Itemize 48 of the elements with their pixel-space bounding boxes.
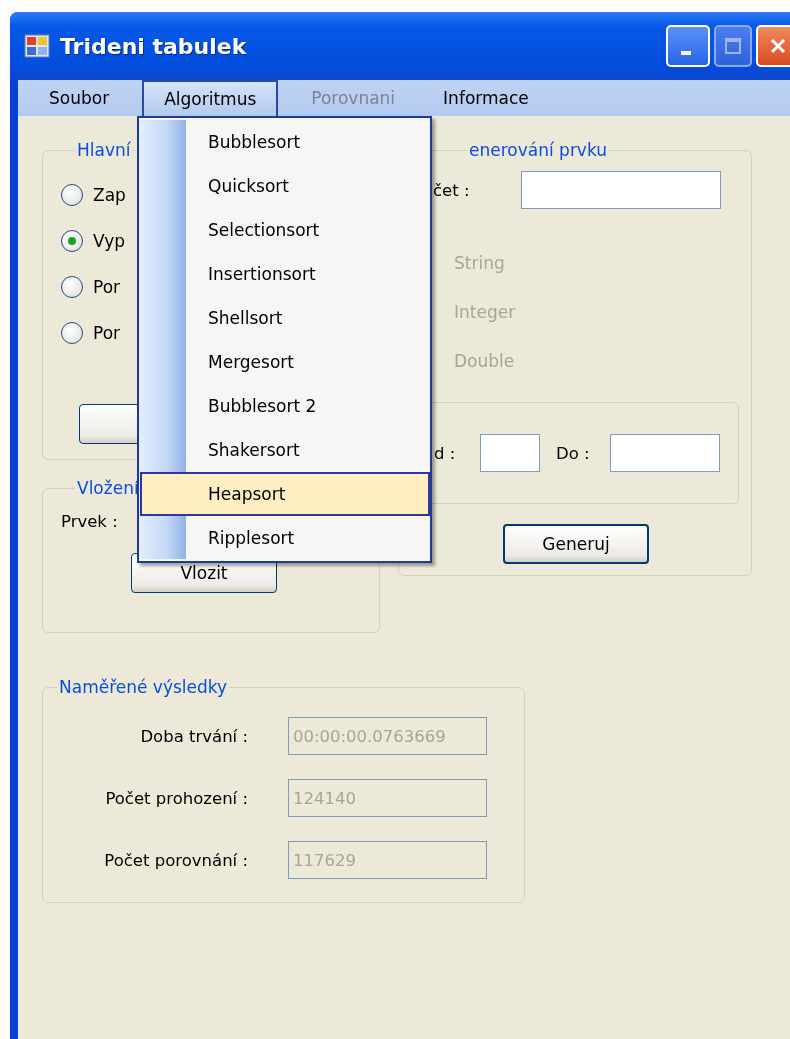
menu-item[interactable]: Bubblesort: [186, 120, 430, 164]
field-label: čet :: [433, 180, 471, 200]
field-label: d :: [434, 443, 457, 463]
radio-label: Por: [93, 277, 121, 297]
group-title: Naměřené výsledky: [58, 677, 229, 697]
menu-item[interactable]: Insertionsort: [186, 252, 430, 296]
radio-label: Integer: [454, 301, 516, 322]
menu-item[interactable]: Mergesort: [186, 340, 430, 384]
menu-item[interactable]: Shakersort: [186, 428, 430, 472]
radio-button[interactable]: [61, 184, 83, 206]
menu-item[interactable]: Soubor: [34, 80, 125, 116]
radio-label: Vyp: [93, 231, 126, 251]
group-title: Vložení: [76, 478, 140, 498]
radio-label: Zap: [93, 185, 126, 205]
field-label: Počet porovnání :: [103, 850, 248, 870]
field-label: Do :: [556, 443, 590, 463]
group-title: enerování prvku: [468, 140, 609, 160]
minimize-button[interactable]: [666, 25, 710, 67]
count-field[interactable]: [521, 171, 721, 209]
field-label: Prvek :: [61, 512, 119, 531]
maximize-button[interactable]: [714, 25, 752, 67]
radio-label: Por: [93, 323, 121, 343]
field-label: Doba trvání :: [139, 726, 248, 746]
to-field[interactable]: [609, 434, 720, 472]
maximize-icon: [723, 36, 743, 56]
result-field: 00:00:00.0763669: [288, 717, 487, 755]
from-field[interactable]: [480, 434, 540, 472]
app-icon: [24, 34, 50, 58]
menu-item[interactable]: Selectionsort: [186, 208, 430, 252]
field-label: Počet prohození :: [104, 788, 248, 808]
group-title: Hlavní: [76, 140, 132, 160]
menu-item[interactable]: Heapsort: [140, 472, 430, 516]
close-button[interactable]: [756, 25, 790, 67]
radio-label: Double: [454, 350, 515, 371]
minimize-icon: [681, 51, 691, 55]
radio-button[interactable]: [61, 276, 83, 298]
radio-label: String: [454, 252, 505, 273]
result-field: 117629: [288, 841, 487, 879]
menu-item[interactable]: Algoritmus: [142, 80, 279, 116]
menu-item[interactable]: Informace: [428, 80, 544, 116]
menu-item[interactable]: Quicksort: [186, 164, 430, 208]
window-title: Trideni tabulek: [60, 33, 247, 59]
generate-button[interactable]: Generuj: [503, 524, 649, 564]
menu-item[interactable]: Bubblesort 2: [186, 384, 430, 428]
result-field: 124140: [288, 779, 487, 817]
radio-button[interactable]: [61, 322, 83, 344]
menu-item[interactable]: Shellsort: [186, 296, 430, 340]
radio-button[interactable]: [61, 230, 83, 252]
